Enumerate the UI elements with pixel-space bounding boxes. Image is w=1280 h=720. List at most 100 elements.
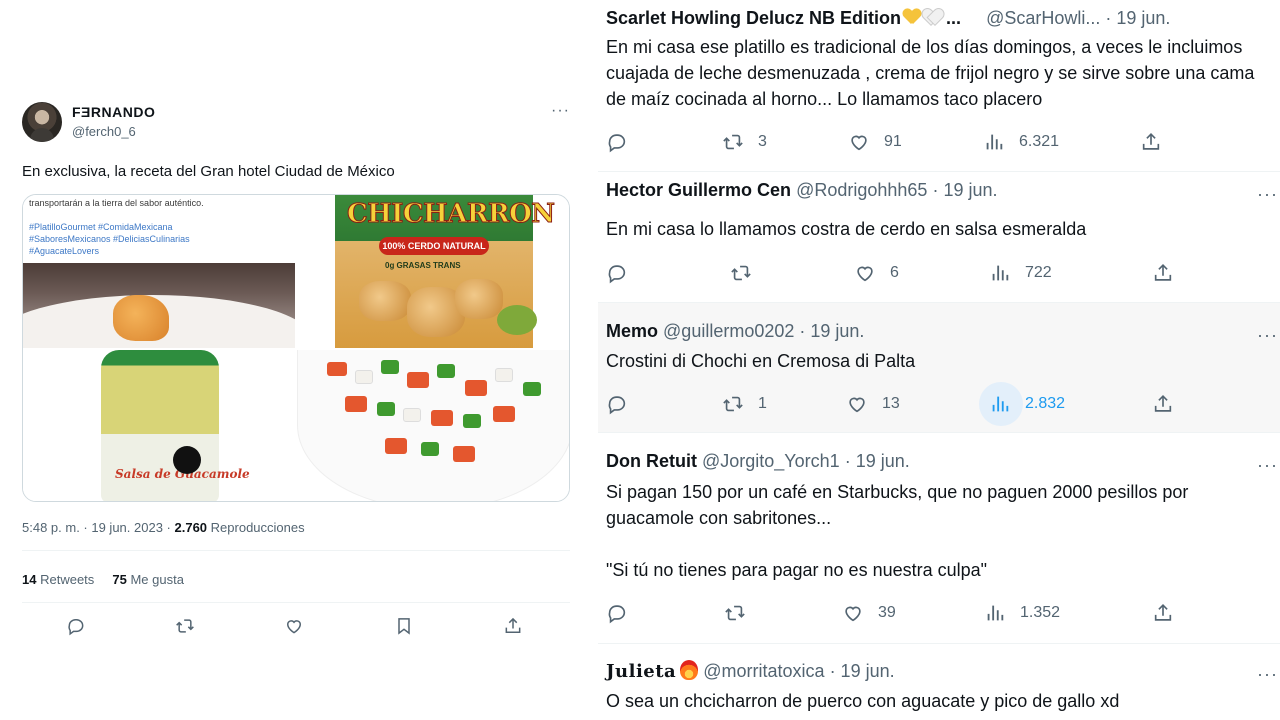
like-button[interactable]: 91 (848, 130, 902, 154)
retweet-button[interactable]: 1 (722, 392, 767, 416)
hashtag-line: #AguacateLovers (29, 246, 100, 256)
reply-header: Hector Guillermo Cen @Rodrigohhh65 · 19 … (606, 180, 998, 201)
reply-text: En mi casa ese platillo es tradicional d… (606, 37, 1255, 109)
main-tweet: FƎRNANDO @ferch0_6 ··· En exclusiva, la … (22, 100, 570, 636)
reply-icon[interactable] (66, 616, 88, 638)
reply-text: Si pagan 150 por un café en Starbucks, q… (606, 482, 1189, 580)
pepper-piece (523, 382, 541, 396)
bookmark-icon[interactable] (394, 616, 416, 638)
like-count: 91 (884, 133, 902, 150)
onion-piece (355, 370, 373, 384)
views-label: Reproducciones (210, 520, 305, 535)
share-icon[interactable] (1140, 130, 1162, 154)
reply-date[interactable]: · 19 jun. (830, 661, 895, 681)
retweet-icon[interactable] (175, 616, 197, 638)
reply-author-handle[interactable]: @morritatoxica (703, 661, 824, 681)
tweet-stats: 14 Retweets 75 Me gusta (22, 572, 184, 587)
retweet-icon[interactable] (730, 261, 752, 285)
reply-date[interactable]: · 19 jun. (932, 180, 997, 200)
reply-author-name[interactable]: Scarlet Howling Delucz NB Edition (606, 8, 901, 28)
like-icon (851, 135, 867, 151)
tweet-timestamp[interactable]: 5:48 p. m. · 19 jun. 2023 · (22, 520, 171, 535)
reply-icon[interactable] (606, 130, 628, 154)
views-button[interactable]: 1.352 (984, 601, 1060, 625)
views-button[interactable]: 2.832 (979, 382, 1065, 426)
media-caption: transportarán a la tierra del sabor auté… (29, 198, 204, 208)
like-icon[interactable] (284, 616, 306, 638)
more-icon[interactable]: ··· (1257, 455, 1278, 476)
reply-author-name[interactable]: Hector Guillermo Cen (606, 180, 791, 200)
reply-author-name[interactable]: Julieta (606, 661, 676, 682)
reply-author-handle[interactable]: @Jorgito_Yorch1 (702, 451, 840, 471)
more-icon[interactable]: ··· (551, 102, 570, 120)
media-image-chicharron-bag[interactable]: CHICHARRON 100% CERDO NATURAL 0g GRASAS … (297, 195, 569, 348)
reply-actions: 3 91 6.321 (606, 130, 1266, 154)
reply-author-handle[interactable]: @ScarHowli... (986, 8, 1100, 28)
reply-item[interactable]: Hector Guillermo Cen @Rodrigohhh65 · 19 … (598, 172, 1280, 303)
like-button[interactable]: 13 (846, 392, 900, 416)
reply-date[interactable]: · 19 jun. (799, 321, 864, 341)
media-image-pico-de-gallo[interactable] (297, 350, 569, 501)
guacamole-dip (497, 305, 537, 335)
reply-icon[interactable] (606, 392, 628, 416)
like-icon (857, 266, 873, 282)
reply-header: Don Retuit @Jorgito_Yorch1 · 19 jun. (606, 451, 910, 472)
pepper-piece (437, 364, 455, 378)
reply-date[interactable]: · 19 jun. (1105, 8, 1170, 28)
like-button[interactable]: 39 (842, 601, 896, 625)
hashtag-line: #PlatilloGourmet #ComidaMexicana (29, 222, 173, 232)
reply-item[interactable]: Don Retuit @Jorgito_Yorch1 · 19 jun. ···… (598, 433, 1280, 644)
white-heart-icon (923, 9, 941, 25)
bag-badge-secondary: 0g GRASAS TRANS (385, 261, 461, 270)
likes-label[interactable]: Me gusta (130, 572, 183, 587)
pepper-piece (421, 442, 439, 456)
retweet-icon (723, 396, 743, 412)
retweet-button[interactable]: 3 (722, 130, 767, 154)
retweets-label[interactable]: Retweets (40, 572, 94, 587)
media-grid[interactable]: transportarán a la tierra del sabor auté… (22, 194, 570, 502)
media-image-guacamole-jar[interactable]: Salsa de Guacamole (23, 350, 295, 501)
tomato-piece (385, 438, 407, 454)
author-name[interactable]: FƎRNANDO (72, 104, 155, 120)
reply-text: O sea un chcicharron de puerco con aguac… (606, 691, 1120, 711)
jar-warning-seal (173, 446, 201, 474)
share-icon[interactable] (1152, 392, 1174, 416)
likes-count[interactable]: 75 (112, 572, 126, 587)
main-tweet-panel: FƎRNANDO @ferch0_6 ··· En exclusiva, la … (0, 0, 585, 720)
reply-author-name[interactable]: Don Retuit (606, 451, 697, 471)
author-handle[interactable]: @ferch0_6 (72, 124, 136, 139)
tweet-actions (22, 616, 570, 640)
avatar[interactable] (22, 102, 62, 142)
retweets-count[interactable]: 14 (22, 572, 36, 587)
media-image-plate[interactable]: transportarán a la tierra del sabor auté… (23, 195, 295, 348)
like-button[interactable]: 6 (854, 261, 899, 285)
views-button[interactable]: 722 (989, 261, 1052, 285)
reply-date[interactable]: · 19 jun. (845, 451, 910, 471)
reply-item[interactable]: Julieta @morritatoxica · 19 jun. ··· O s… (598, 644, 1280, 720)
reply-item[interactable]: Scarlet Howling Delucz NB Edition ... @S… (598, 0, 1280, 172)
reply-actions: 39 1.352 (606, 601, 1266, 625)
share-icon[interactable] (1152, 261, 1174, 285)
like-icon (845, 606, 861, 622)
reply-author-handle[interactable]: @Rodrigohhh65 (796, 180, 927, 200)
views-icon (987, 605, 1004, 621)
views-button[interactable]: 6.321 (983, 130, 1059, 154)
reply-author-name[interactable]: Memo (606, 321, 658, 341)
hashtag-line: #SaboresMexicanos #DeliciasCulinarias (29, 234, 190, 244)
media-hashtags: #PlatilloGourmet #ComidaMexicana #Sabore… (29, 221, 190, 257)
tomato-piece (453, 446, 475, 462)
reply-icon[interactable] (606, 261, 628, 285)
divider (22, 602, 570, 603)
reply-icon[interactable] (606, 601, 628, 625)
tomato-piece (345, 396, 367, 412)
share-icon[interactable] (503, 616, 525, 638)
retweet-icon[interactable] (724, 601, 746, 625)
more-icon[interactable]: ··· (1257, 325, 1278, 346)
share-icon[interactable] (1152, 601, 1174, 625)
reply-author-handle[interactable]: @guillermo0202 (663, 321, 794, 341)
more-icon[interactable]: ··· (1257, 664, 1278, 685)
reply-item[interactable]: Memo @guillermo0202 · 19 jun. ··· Crosti… (598, 303, 1280, 433)
onion-piece (495, 368, 513, 382)
more-icon[interactable]: ··· (1257, 184, 1278, 205)
bag-brand: CHICHARRON (347, 199, 556, 230)
